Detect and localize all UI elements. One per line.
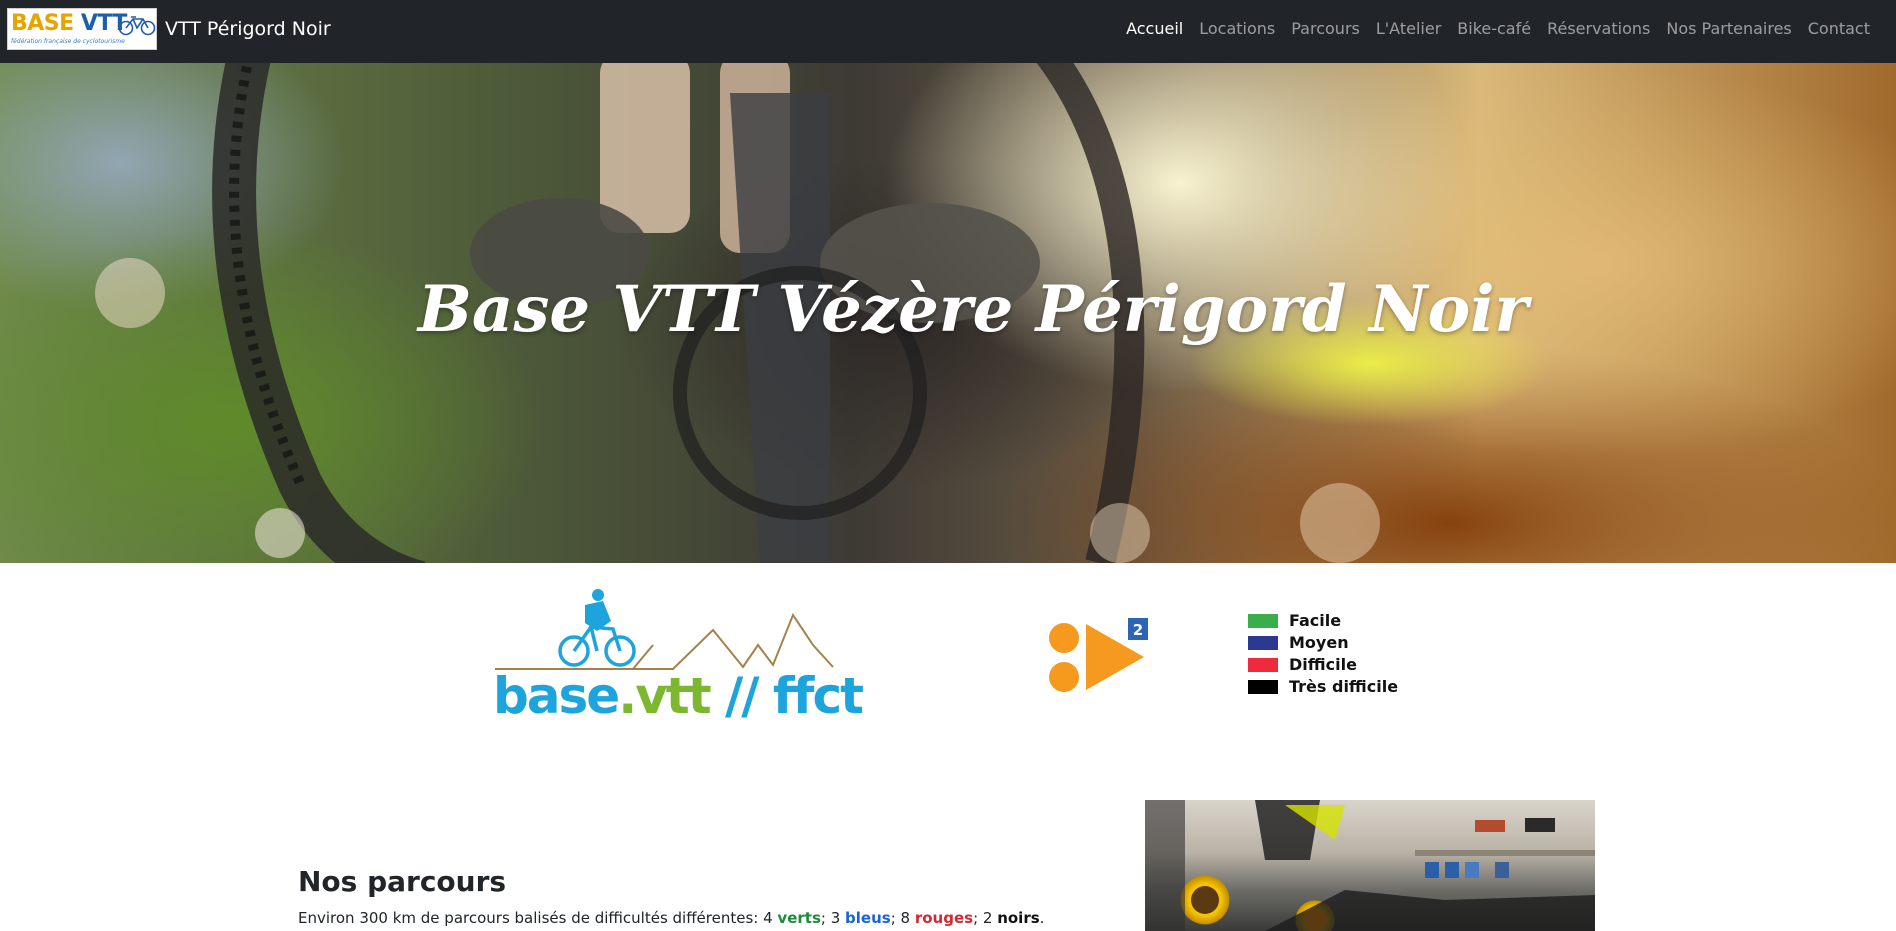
parcours-heading: Nos parcours — [298, 865, 507, 898]
brand-logo-base-text: BASE — [11, 11, 74, 36]
legend-label: Très difficile — [1289, 677, 1399, 696]
parcours-sep: ; 8 — [890, 909, 915, 927]
ffct-logo-wordmark: base.vtt // ffct — [493, 667, 864, 725]
nav-atelier[interactable]: L'Atelier — [1368, 19, 1449, 39]
parcours-verts: verts — [777, 909, 821, 927]
parcours-bleus: bleus — [845, 909, 891, 927]
nav-parcours[interactable]: Parcours — [1283, 19, 1368, 39]
difficulty-legend: Facile Moyen Difficile Très difficile — [1248, 610, 1398, 698]
parcours-rouges: rouges — [914, 909, 974, 927]
legend-swatch-green — [1248, 614, 1278, 628]
nav-locations[interactable]: Locations — [1191, 19, 1283, 39]
parcours-sep: ; 2 — [973, 909, 998, 927]
brand-logo-tagline: fédération française de cyclotourisme — [11, 38, 125, 45]
legend-label: Difficile — [1289, 655, 1357, 674]
parcours-suffix: . — [1039, 909, 1045, 927]
difficulty-level-logo: 2 — [1049, 618, 1148, 692]
legend-item-difficile: Difficile — [1248, 654, 1398, 676]
legend-label: Moyen — [1289, 633, 1349, 652]
legend-item-moyen: Moyen — [1248, 632, 1398, 654]
nav-bike-cafe[interactable]: Bike-café — [1449, 19, 1539, 39]
shop-photo-details — [1145, 800, 1595, 931]
legend-item-facile: Facile — [1248, 610, 1398, 632]
parcours-noirs: noirs — [997, 909, 1040, 927]
ffct-logo-ffct: // ffct — [709, 667, 864, 725]
hero-title: Base VTT Vézère Périgord Noir — [417, 272, 1529, 347]
parcours-text-prefix: Environ 300 km de parcours balisés de di… — [298, 909, 778, 927]
level-badge-number: 2 — [1133, 621, 1143, 639]
shop-photo — [1145, 800, 1595, 931]
nav-partenaires[interactable]: Nos Partenaires — [1658, 19, 1799, 39]
nav-contact[interactable]: Contact — [1800, 19, 1878, 39]
parcours-description: Environ 300 km de parcours balisés de di… — [298, 907, 1044, 929]
brand-logo[interactable]: BASE VTT fédération française de cycloto… — [7, 8, 157, 50]
main-nav: Accueil Locations Parcours L'Atelier Bik… — [1118, 19, 1878, 39]
parcours-sep: ; 3 — [820, 909, 846, 927]
legend-swatch-black — [1248, 680, 1278, 694]
navbar: BASE VTT fédération française de cycloto… — [0, 0, 1896, 63]
hero-banner: Base VTT Vézère Périgord Noir — [0, 63, 1896, 563]
bicycle-icon — [118, 16, 156, 36]
brand-name[interactable]: VTT Périgord Noir — [165, 17, 331, 41]
nav-accueil[interactable]: Accueil — [1118, 19, 1191, 39]
legend-swatch-blue — [1248, 636, 1278, 650]
ffct-logo-base: base — [493, 667, 620, 725]
ffct-logo-vtt: .vtt — [618, 667, 711, 725]
legend-label: Facile — [1289, 611, 1342, 630]
brand-logo-wordmark: BASE VTT — [11, 11, 127, 37]
legend-swatch-red — [1248, 658, 1278, 672]
legend-item-tres-difficile: Très difficile — [1248, 676, 1398, 698]
nav-reservations[interactable]: Réservations — [1539, 19, 1658, 39]
